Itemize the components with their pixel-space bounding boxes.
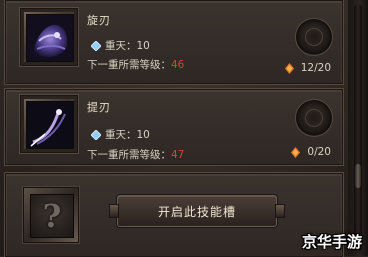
right-border (348, 0, 368, 256)
skill-card: 提刃 重天：10 下一重所需等级：47 0/20 (4, 88, 344, 166)
skill-portrait-frame[interactable] (20, 95, 78, 153)
question-mark-icon: ? (30, 194, 74, 238)
skill-sky-text: 重天：10 (105, 129, 150, 141)
skill-sky-row: 重天：10 (91, 38, 150, 53)
upgrade-disc-button[interactable] (295, 18, 333, 56)
required-level-value: 46 (171, 59, 185, 71)
next-level-requirement: 下一重所需等级：47 (87, 147, 184, 162)
skill-name: 提刃 (87, 101, 111, 114)
next-level-requirement: 下一重所需等级：46 (87, 57, 184, 72)
skill-sky-text: 重天：10 (105, 40, 150, 52)
upgrade-cost-value: 0/20 (307, 146, 331, 158)
upgrade-cost: 12/20 (284, 62, 331, 74)
hooded-figure-skill-icon (26, 14, 74, 62)
locked-skill-slot: ? 开启此技能槽 (4, 172, 344, 257)
requirement-label: 下一重所需等级： (87, 59, 171, 71)
blue-gem-icon (91, 129, 101, 140)
scrollbar[interactable] (354, 4, 362, 252)
upgrade-cost: 0/20 (290, 146, 331, 158)
upgrade-disc-button[interactable] (295, 99, 333, 137)
blue-gem-icon (91, 40, 101, 51)
required-level-value: 47 (171, 149, 185, 161)
open-skill-slot-button[interactable]: 开启此技能槽 (109, 195, 285, 227)
skill-portrait-frame[interactable] (20, 8, 78, 66)
watermark: 京华手游 (301, 233, 362, 251)
skill-sky-row: 重天：10 (91, 127, 150, 142)
curved-blade-skill-icon (26, 101, 74, 149)
scrollbar-thumb[interactable] (355, 164, 361, 188)
locked-slot-frame: ? (23, 187, 79, 243)
skill-card: 旋刃 重天：10 下一重所需等级：46 12/20 (4, 0, 344, 85)
skill-name: 旋刃 (87, 14, 111, 27)
leaf-icon (284, 62, 294, 74)
leaf-icon (291, 146, 301, 158)
upgrade-cost-value: 12/20 (300, 62, 331, 74)
requirement-label: 下一重所需等级： (87, 149, 171, 161)
